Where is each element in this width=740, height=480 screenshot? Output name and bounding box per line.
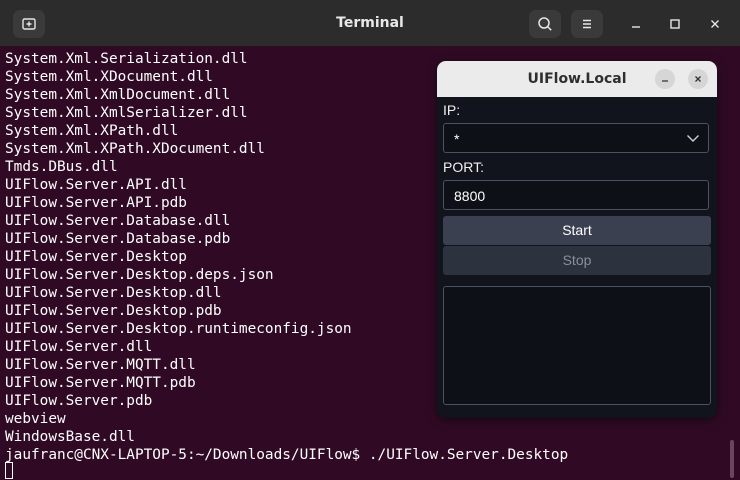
minimize-icon [632,26,640,28]
log-output-box[interactable] [443,286,711,405]
menu-button[interactable] [571,10,603,38]
ip-select[interactable]: * [443,123,709,153]
app-minimize-button[interactable] [655,69,675,89]
close-icon [711,20,719,28]
close-button[interactable] [705,14,725,34]
port-input[interactable]: 8800 [443,180,709,210]
port-label: PORT: [443,159,484,175]
uiflow-local-window: UIFlow.Local IP: * PORT: 8800 Start Stop [437,61,717,418]
minimize-button[interactable] [626,14,646,34]
terminal-cursor [5,462,13,479]
ip-select-value: * [454,131,460,147]
minimize-icon [662,80,668,82]
hamburger-menu-icon [583,19,591,29]
stop-button[interactable]: Stop [443,246,711,275]
search-icon [538,17,552,31]
close-icon [695,76,701,82]
search-button[interactable] [529,10,561,38]
app-close-button[interactable] [688,69,708,89]
chevron-down-icon [687,135,699,142]
start-button[interactable]: Start [443,216,711,245]
terminal-line: WindowsBase.dll [5,429,135,445]
terminal-header-bar: Terminal [0,0,740,46]
app-title-bar: UIFlow.Local [437,61,717,97]
terminal-scrollbar[interactable] [730,440,734,478]
port-input-value: 8800 [454,188,486,204]
ip-label: IP: [443,102,461,118]
maximize-button[interactable] [665,14,685,34]
terminal-prompt-line: jaufranc@CNX-LAPTOP-5:~/Downloads/UIFlow… [5,447,569,463]
maximize-icon [670,19,680,29]
app-title: UIFlow.Local [527,71,627,87]
